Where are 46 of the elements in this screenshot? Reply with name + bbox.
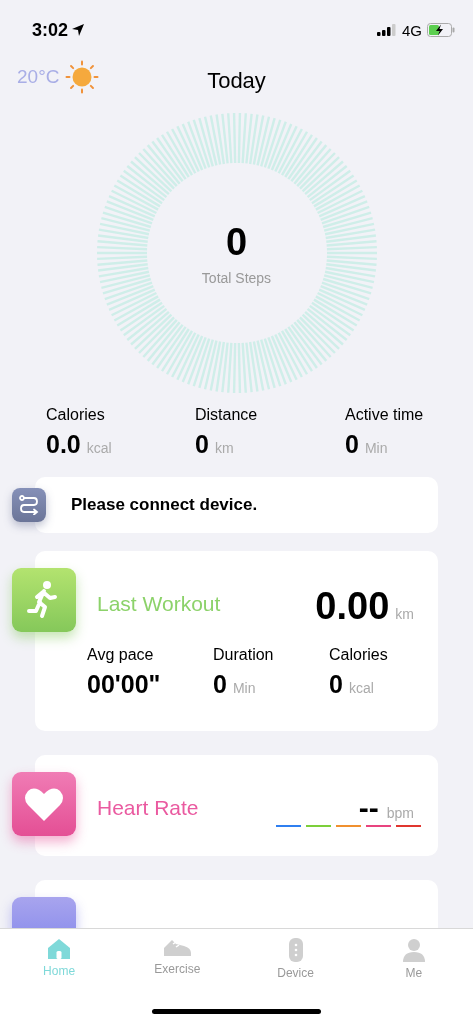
stat-label: Distance [195, 406, 259, 424]
stat-unit: kcal [86, 440, 112, 456]
workout-distance: 0.00 [315, 585, 390, 628]
sun-icon [65, 60, 100, 94]
stat-label: Active time [345, 406, 425, 424]
steps-value: 0 [225, 220, 248, 264]
temperature-label: 20°C [17, 66, 60, 88]
metric-unit: kcal [348, 680, 374, 696]
metric-value: 0 [213, 670, 227, 699]
network-label: 4G [402, 21, 422, 39]
location-arrow-icon [72, 24, 85, 36]
metric-label: Avg pace [87, 646, 155, 664]
clock-time: 3:02 [32, 19, 69, 41]
tab-item[interactable]: Me [354, 929, 473, 981]
workout-title: Last Workout [97, 591, 221, 616]
metric-value: 00'00" [87, 670, 161, 699]
metric-value: 0 [329, 670, 343, 699]
stat-unit: Min [364, 440, 388, 456]
heart-rate-title: Heart Rate [97, 796, 199, 820]
connect-message: Please connect device. [71, 495, 258, 515]
heart-rate-value: -- [358, 791, 379, 825]
steps-label: Total Steps [201, 269, 272, 286]
route-icon [12, 488, 46, 522]
metric-unit: Min [232, 680, 256, 696]
stat-unit: km [214, 440, 234, 456]
tab-item[interactable]: Device [236, 929, 355, 981]
tab-item[interactable]: Exercise [118, 929, 237, 977]
card-background[interactable] [35, 551, 438, 731]
house-icon [47, 938, 72, 960]
metric-label: Duration [213, 646, 275, 664]
metric-label: Calories [329, 646, 389, 664]
sneaker-icon [162, 938, 193, 958]
stat-value: 0 [195, 430, 209, 459]
page-title: Today [207, 68, 266, 94]
stat-value: 0.0 [46, 430, 81, 459]
stat-value: 0 [345, 430, 359, 459]
bpm-unit: bpm [386, 805, 414, 821]
band-icon [288, 938, 303, 962]
runner-icon [12, 568, 76, 632]
signal-icon [377, 24, 397, 36]
distance-unit: km [395, 606, 414, 622]
tab-item[interactable]: Home [0, 929, 119, 979]
stat-label: Calories [46, 406, 106, 424]
person-icon [402, 938, 425, 962]
banner-background[interactable] [35, 477, 438, 533]
battery-charging-icon [427, 23, 455, 37]
